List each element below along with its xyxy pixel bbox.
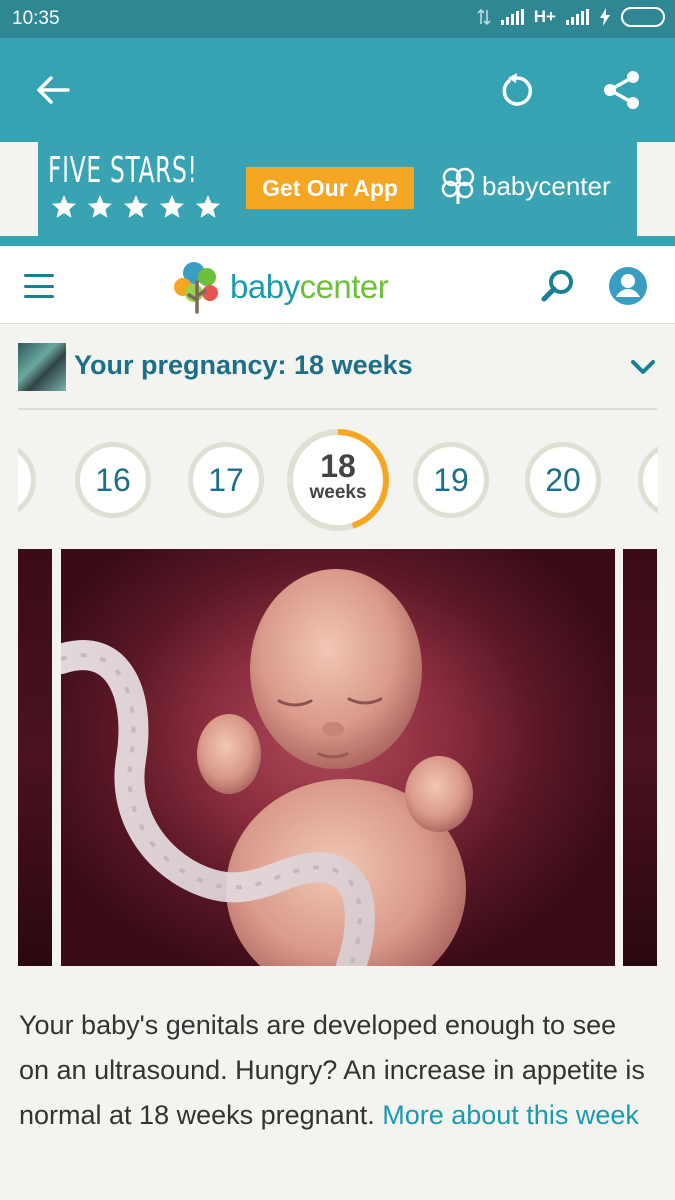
- star-icon: [196, 195, 220, 218]
- chevron-down-icon[interactable]: [630, 354, 656, 380]
- week-item-16[interactable]: 16: [75, 442, 151, 518]
- status-icons: H+: [477, 7, 665, 27]
- signal-icon: [500, 9, 524, 25]
- data-transfer-icon: [477, 8, 491, 26]
- charging-icon: [600, 8, 610, 26]
- account-button[interactable]: [608, 266, 648, 306]
- logo-wordmark: babycenter: [230, 268, 389, 306]
- search-button[interactable]: [540, 268, 576, 304]
- app-bar: [0, 38, 675, 142]
- more-about-week-link[interactable]: More about this week: [382, 1100, 639, 1130]
- refresh-button[interactable]: [492, 65, 542, 115]
- week-item-partial-left[interactable]: [18, 442, 36, 518]
- ad-banner[interactable]: FIVE STARS! Get Our App babycenter: [38, 142, 637, 236]
- share-button[interactable]: [597, 65, 647, 115]
- ad-headline: FIVE STARS!: [48, 150, 198, 191]
- star-icon: [160, 195, 184, 218]
- status-bar: 10:35 H+: [0, 0, 675, 38]
- week-item-20[interactable]: 20: [525, 442, 601, 518]
- banner-divider: [0, 236, 675, 246]
- ad-rating-stars: [50, 194, 222, 220]
- week-selector[interactable]: 16 17 18 weeks 19 20: [18, 428, 658, 532]
- carousel-prev-image[interactable]: [18, 549, 52, 966]
- fetus-illustration: [61, 569, 473, 966]
- pregnancy-selector[interactable]: Your pregnancy: 18 weeks: [18, 338, 658, 396]
- refresh-icon: [502, 73, 533, 106]
- week-description: Your baby's genitals are developed enoug…: [19, 1003, 649, 1138]
- current-week-unit: weeks: [309, 482, 367, 503]
- share-icon: [604, 71, 639, 109]
- back-button[interactable]: [28, 65, 78, 115]
- fetus-illustration-image[interactable]: [61, 549, 615, 966]
- hamburger-menu-icon[interactable]: [24, 274, 54, 298]
- image-carousel[interactable]: [18, 549, 657, 966]
- babycenter-tree-icon: [174, 262, 218, 314]
- logo-word-baby: baby: [230, 268, 300, 305]
- star-icon: [52, 195, 76, 218]
- status-time: 10:35: [12, 8, 60, 29]
- star-icon: [124, 195, 148, 218]
- pregnancy-title: Your pregnancy: 18 weeks: [74, 350, 413, 380]
- battery-icon: [621, 7, 665, 27]
- get-app-button[interactable]: Get Our App: [246, 167, 414, 209]
- babycenter-logo-icon: [441, 167, 475, 204]
- week-item-partial-right[interactable]: [638, 442, 658, 518]
- signal-icon-2: [566, 9, 589, 25]
- star-icon: [88, 195, 112, 218]
- ad-brand-name: babycenter: [482, 170, 611, 201]
- current-week-number: 18: [320, 448, 356, 484]
- babycenter-logo[interactable]: babycenter: [172, 260, 389, 314]
- carousel-next-image[interactable]: [623, 549, 657, 966]
- week-item-17[interactable]: 17: [188, 442, 264, 518]
- arrow-left-icon: [37, 76, 70, 104]
- ad-brand: babycenter: [440, 166, 611, 206]
- search-icon: [541, 270, 573, 302]
- week-item-current[interactable]: 18 weeks: [286, 428, 390, 532]
- logo-word-center: center: [299, 268, 389, 305]
- site-header: babycenter: [0, 246, 675, 324]
- current-week-label: 18 weeks: [286, 450, 390, 504]
- section-divider: [18, 408, 657, 410]
- account-icon: [609, 267, 647, 305]
- week-item-19[interactable]: 19: [413, 442, 489, 518]
- network-type-label: H+: [533, 7, 556, 26]
- profile-thumbnail: [18, 343, 66, 391]
